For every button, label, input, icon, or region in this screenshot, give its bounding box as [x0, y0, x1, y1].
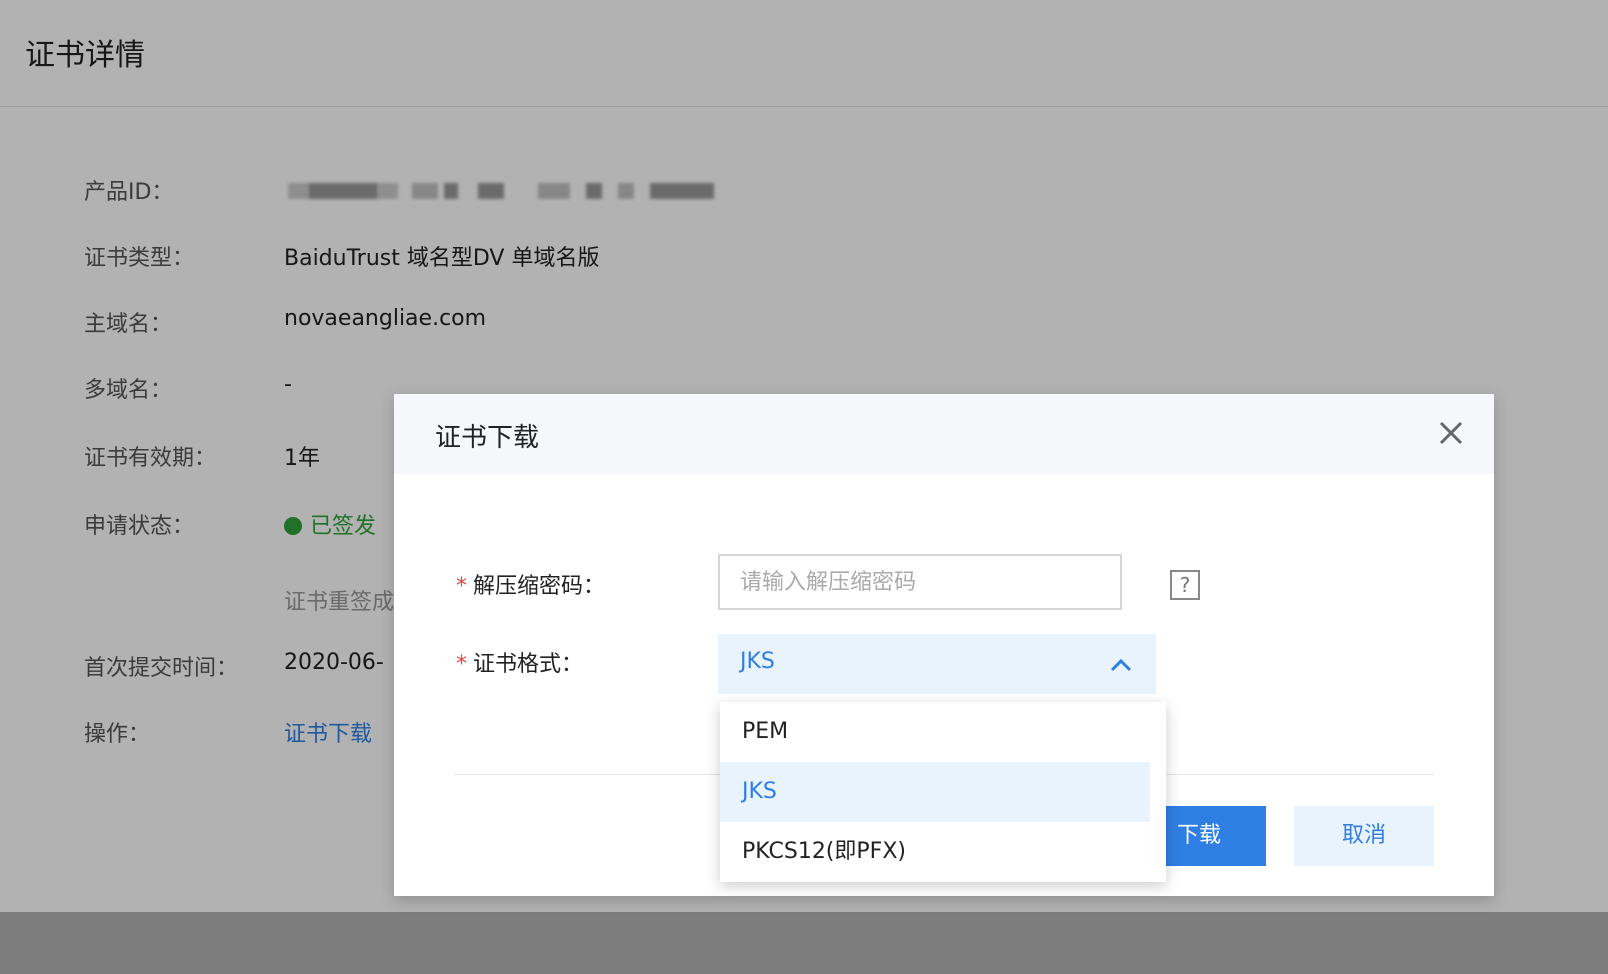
- format-option-jks[interactable]: JKS: [720, 762, 1150, 822]
- format-selected-value: JKS: [740, 649, 775, 674]
- modal-title: 证书下载: [435, 423, 540, 453]
- required-mark: *: [456, 574, 467, 599]
- required-mark: *: [456, 652, 467, 677]
- chevron-up-icon: [1110, 658, 1132, 672]
- format-select[interactable]: JKS: [718, 634, 1156, 694]
- password-label: * 解压缩密码：: [456, 574, 606, 599]
- format-option-pkcs12[interactable]: PKCS12(即PFX): [720, 822, 1150, 882]
- password-input[interactable]: [718, 554, 1122, 610]
- modal-header: 证书下载: [394, 394, 1494, 474]
- cancel-button[interactable]: 取消: [1294, 806, 1434, 866]
- format-dropdown: PEM JKS PKCS12(即PFX): [720, 702, 1166, 882]
- close-icon[interactable]: [1432, 414, 1470, 452]
- format-label: * 证书格式：: [456, 652, 584, 677]
- question-icon[interactable]: ?: [1170, 570, 1200, 600]
- format-option-pem[interactable]: PEM: [720, 702, 1150, 762]
